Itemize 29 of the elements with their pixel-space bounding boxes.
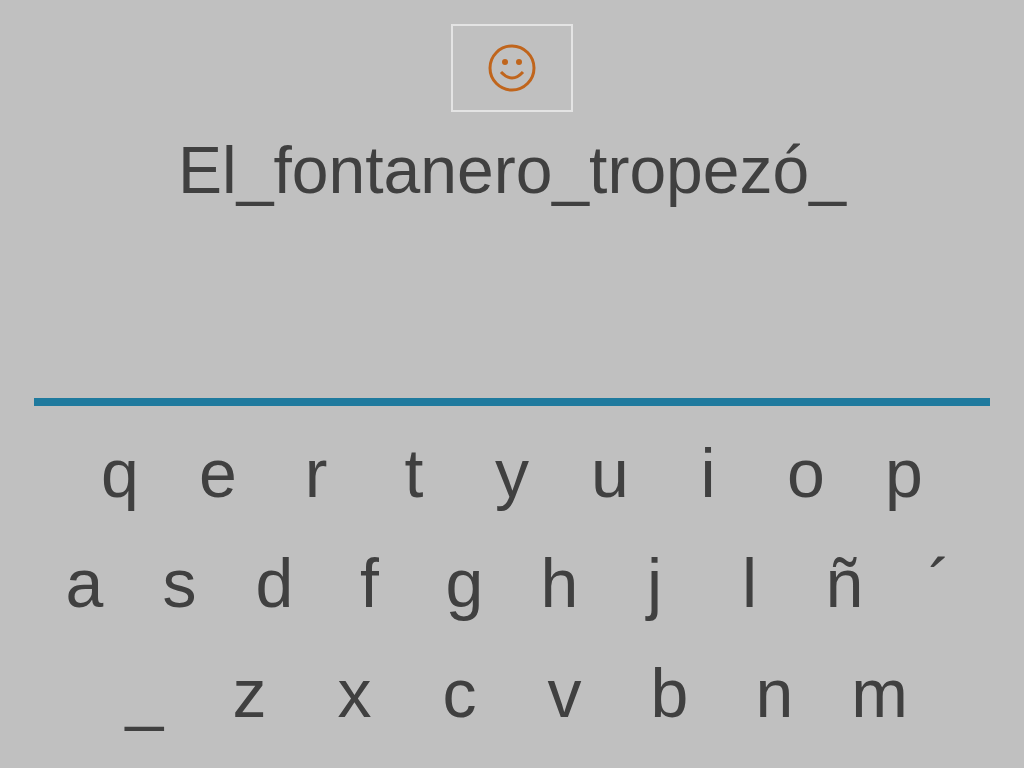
letter-key[interactable]: o xyxy=(757,423,855,523)
letter-key[interactable]: n xyxy=(722,643,827,743)
letter-key[interactable]: l xyxy=(702,533,797,633)
letter-key[interactable]: t xyxy=(365,423,463,523)
letter-key[interactable]: m xyxy=(827,643,932,743)
letter-key[interactable]: d xyxy=(227,533,322,633)
letter-key[interactable]: b xyxy=(617,643,722,743)
letter-key[interactable]: j xyxy=(607,533,702,633)
letter-key[interactable]: g xyxy=(417,533,512,633)
letter-key[interactable]: ´ xyxy=(892,533,987,633)
letter-key[interactable]: v xyxy=(512,643,617,743)
letter-key[interactable]: c xyxy=(407,643,512,743)
letter-key[interactable]: a xyxy=(37,533,132,633)
sentence-text: El_fontanero_tropezó_ xyxy=(178,132,846,208)
letter-key[interactable]: e xyxy=(169,423,267,523)
letter-key[interactable]: r xyxy=(267,423,365,523)
letter-key[interactable]: p xyxy=(855,423,953,523)
letter-key[interactable]: s xyxy=(132,533,227,633)
letter-key[interactable]: y xyxy=(463,423,561,523)
letter-key[interactable]: u xyxy=(561,423,659,523)
smiley-icon xyxy=(487,43,537,93)
letter-key[interactable]: ñ xyxy=(797,533,892,633)
letter-key[interactable]: x xyxy=(302,643,407,743)
letter-key[interactable]: h xyxy=(512,533,607,633)
letter-key[interactable]: i xyxy=(659,423,757,523)
letter-key[interactable]: z xyxy=(197,643,302,743)
letter-key[interactable]: f xyxy=(322,533,417,633)
letter-key[interactable]: _ xyxy=(92,643,197,743)
letter-key[interactable]: q xyxy=(71,423,169,523)
